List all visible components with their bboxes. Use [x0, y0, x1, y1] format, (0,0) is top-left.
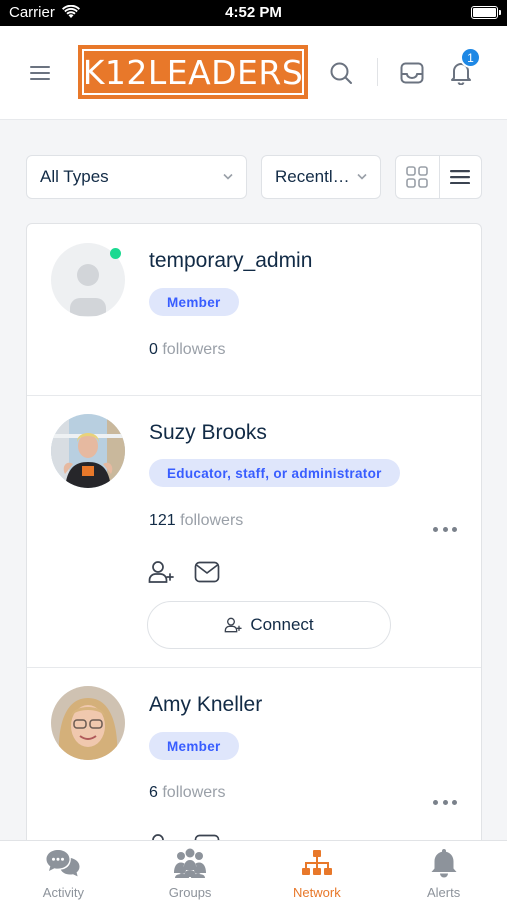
followers-label: followers: [157, 784, 226, 801]
network-icon: [299, 848, 335, 878]
add-connection-icon: [224, 617, 242, 633]
group-icon: [172, 848, 208, 878]
tab-network[interactable]: Network: [254, 841, 381, 900]
avatar[interactable]: [51, 686, 125, 760]
tab-label: Activity: [42, 885, 84, 900]
member-name[interactable]: temporary_admin: [149, 249, 312, 273]
online-status-dot: [110, 248, 121, 259]
notification-badge: 1: [460, 47, 481, 68]
member-card[interactable]: Amy Kneller Member 6 followers: [27, 668, 481, 862]
followers-count: 0 followers: [149, 341, 225, 359]
member-name[interactable]: Amy Kneller: [149, 693, 262, 717]
type-filter-value: All Types: [40, 167, 109, 186]
battery-icon: [471, 6, 501, 19]
bell-icon: [426, 848, 462, 878]
header-divider: [377, 58, 378, 86]
chat-bubbles-icon: [45, 848, 81, 878]
connect-label: Connect: [250, 615, 314, 634]
more-options-icon[interactable]: [433, 798, 457, 806]
followers-count: 6 followers: [149, 784, 225, 802]
followers-number: 6: [149, 784, 158, 801]
tab-alerts[interactable]: Alerts: [380, 841, 507, 900]
member-type-badge: Educator, staff, or administrator: [149, 459, 400, 487]
type-filter-select[interactable]: All Types: [26, 155, 247, 199]
list-view-icon[interactable]: [438, 156, 482, 198]
followers-label: followers: [175, 512, 244, 529]
member-card[interactable]: Suzy Brooks Educator, staff, or administ…: [27, 396, 481, 668]
tab-groups[interactable]: Groups: [127, 841, 254, 900]
sort-select[interactable]: Recently Active: [261, 155, 381, 199]
tab-label: Network: [293, 885, 341, 900]
tab-label: Groups: [168, 885, 212, 900]
logo-text: K12LEADERS: [82, 49, 304, 95]
avatar[interactable]: [51, 414, 125, 488]
followers-number: 121: [149, 512, 176, 529]
member-list: temporary_admin Member 0 followers Suzy …: [26, 223, 482, 863]
sort-value: Recently Active: [275, 167, 352, 186]
member-photo: [51, 686, 125, 760]
clock: 4:52 PM: [225, 4, 282, 21]
message-icon[interactable]: [193, 559, 221, 585]
member-photo: [51, 414, 125, 488]
chevron-down-icon: [223, 173, 233, 180]
followers-count: 121 followers: [149, 512, 243, 530]
k12leaders-logo[interactable]: K12LEADERS: [78, 45, 308, 99]
bottom-tab-bar: Activity Groups Network Alerts: [0, 840, 507, 900]
followers-number: 0: [149, 341, 158, 358]
tab-label: Alerts: [427, 885, 461, 900]
status-bar: Carrier 4:52 PM: [0, 0, 507, 26]
member-type-badge: Member: [149, 732, 239, 760]
add-friend-icon[interactable]: [147, 559, 175, 585]
search-icon[interactable]: [324, 56, 358, 90]
menu-icon[interactable]: [30, 66, 50, 80]
grid-view-icon[interactable]: [396, 156, 439, 198]
followers-label: followers: [157, 341, 226, 358]
inbox-icon[interactable]: [395, 56, 429, 90]
view-toggle: [395, 155, 482, 199]
connect-button[interactable]: Connect: [147, 601, 391, 649]
chevron-down-icon: [357, 173, 367, 180]
member-card[interactable]: temporary_admin Member 0 followers: [27, 224, 481, 396]
member-name[interactable]: Suzy Brooks: [149, 421, 267, 445]
member-type-badge: Member: [149, 288, 239, 316]
app-header: K12LEADERS 1: [0, 26, 507, 120]
tab-activity[interactable]: Activity: [0, 841, 127, 900]
more-options-icon[interactable]: [433, 525, 457, 533]
